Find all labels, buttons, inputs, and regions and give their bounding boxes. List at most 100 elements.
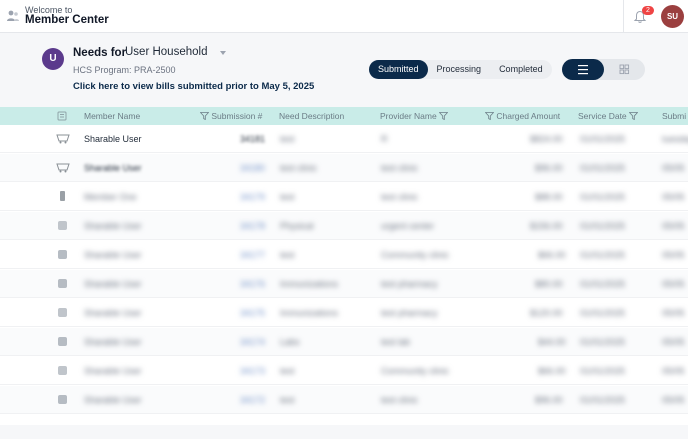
- cell-need: test: [280, 192, 295, 202]
- table-row[interactable]: Sharable User 34177 test Community clini…: [0, 241, 688, 269]
- cell-submission[interactable]: 34175: [240, 308, 265, 318]
- cell-member: Sharable User: [84, 250, 142, 260]
- member-type-icon: [58, 279, 67, 288]
- list-view-button[interactable]: [562, 59, 604, 80]
- filter-icon[interactable]: [629, 112, 639, 120]
- cell-member: Member One: [84, 192, 137, 202]
- cell-submission[interactable]: 34180: [240, 163, 265, 173]
- program-text: HCS Program: PRA-2500: [73, 65, 176, 75]
- col-charged-amount[interactable]: Charged Amount: [485, 111, 560, 121]
- cell-date: 01/01/2025: [580, 366, 626, 376]
- cell-submission[interactable]: 34172: [240, 395, 265, 405]
- cell-need: Immunizations: [280, 308, 339, 318]
- cell-provider: test clinic: [381, 163, 419, 173]
- cell-submitted: 05/05: [662, 366, 685, 376]
- tab-submitted[interactable]: Submitted: [369, 60, 428, 79]
- cell-member: Sharable User: [84, 279, 142, 289]
- col-need-description[interactable]: Need Description: [279, 111, 344, 121]
- cell-provider: Community clinic: [381, 250, 450, 260]
- needs-header: U Needs for User Household HCS Program: …: [0, 33, 688, 107]
- member-type-icon: [60, 191, 65, 201]
- household-avatar: U: [42, 48, 64, 70]
- cell-provider: test clinic: [381, 192, 419, 202]
- filter-icon[interactable]: [485, 112, 494, 120]
- cell-amount: $80.00: [535, 279, 563, 289]
- cell-member: Sharable User: [84, 134, 142, 144]
- cell-date: 01/01/2025: [580, 221, 626, 231]
- cell-member: Sharable User: [84, 337, 142, 347]
- cell-member: Sharable User: [84, 395, 142, 405]
- cell-submitted: 05/05: [662, 163, 685, 173]
- cell-need: test: [280, 366, 295, 376]
- table-row[interactable]: Sharable User 34174 Labs test lab $44.00…: [0, 328, 688, 356]
- cell-need: Physical: [280, 221, 314, 231]
- cell-provider: Community clinic: [381, 366, 450, 376]
- cell-submitted: 05/05: [662, 221, 685, 231]
- cell-need: test: [280, 250, 295, 260]
- cell-submission[interactable]: 34174: [240, 337, 265, 347]
- cell-amount: $96.00: [535, 395, 563, 405]
- household-select[interactable]: User Household: [125, 46, 230, 62]
- cell-amount: $88.00: [535, 192, 563, 202]
- cell-provider: urgent center: [381, 221, 435, 231]
- tab-completed[interactable]: Completed: [490, 60, 552, 79]
- member-type-icon: [58, 337, 67, 346]
- cell-date: 01/01/2025: [580, 250, 626, 260]
- tab-processing[interactable]: Processing: [428, 60, 491, 79]
- table-row[interactable]: Sharable User 34181 test R $824.00 01/01…: [0, 125, 688, 153]
- member-type-icon: [58, 221, 67, 230]
- member-type-icon: [58, 395, 67, 404]
- col-provider-name[interactable]: Provider Name: [380, 111, 449, 121]
- cell-submitted: 05/05: [662, 337, 685, 347]
- grid-view-button[interactable]: [603, 59, 645, 80]
- household-select-value: User Household: [125, 46, 208, 58]
- cell-date: 01/01/2025: [580, 308, 626, 318]
- cell-submission[interactable]: 34173: [240, 366, 265, 376]
- cell-amount: $44.00: [538, 337, 566, 347]
- cell-submission[interactable]: 34177: [240, 250, 265, 260]
- table-row[interactable]: Sharable User 34178 Physical urgent cent…: [0, 212, 688, 240]
- cell-submission[interactable]: 34178: [240, 221, 265, 231]
- cell-date: 01/01/2025: [580, 163, 626, 173]
- cell-need: test clinic: [280, 163, 318, 173]
- cell-need: test: [280, 134, 295, 144]
- prior-bills-link[interactable]: Click here to view bills submitted prior…: [73, 81, 314, 92]
- member-type-icon: [58, 366, 67, 375]
- cell-member: Sharable User: [84, 308, 142, 318]
- filter-icon[interactable]: [200, 112, 209, 120]
- cell-submitted: 05/05: [662, 192, 685, 202]
- member-type-icon: [56, 134, 70, 144]
- cell-date: 01/01/2025: [580, 192, 626, 202]
- user-avatar[interactable]: SU: [661, 5, 684, 28]
- col-submitted[interactable]: Submi: [662, 111, 686, 121]
- cell-amount: $66.00: [538, 366, 566, 376]
- cell-submitted: tuesday: [662, 134, 688, 144]
- member-type-icon: [57, 111, 67, 121]
- col-member-name[interactable]: Member Name: [84, 111, 140, 121]
- cell-submission[interactable]: 34179: [240, 192, 265, 202]
- table-row[interactable]: Sharable User 34173 test Community clini…: [0, 357, 688, 385]
- col-submission[interactable]: Submission #: [200, 111, 262, 121]
- needs-for-label: Needs for: [73, 47, 127, 59]
- table-row[interactable]: Sharable User 34180 test clinic test cli…: [0, 154, 688, 182]
- filter-icon[interactable]: [439, 112, 449, 120]
- table-row[interactable]: Sharable User 34176 Immunizations test p…: [0, 270, 688, 298]
- top-app-bar: Welcome to Member Center 2 SU: [0, 0, 688, 33]
- cell-amount: $824.00: [530, 134, 563, 144]
- table-footer: [0, 425, 688, 439]
- cell-submitted: 05/05: [662, 308, 685, 318]
- cell-submission[interactable]: 34181: [240, 134, 265, 144]
- cell-submission[interactable]: 34176: [240, 279, 265, 289]
- status-tabs: Submitted Processing Completed: [369, 60, 552, 79]
- topbar-divider: [623, 0, 624, 33]
- col-service-date-label: Service Date: [578, 111, 627, 121]
- table-row[interactable]: Sharable User 34172 test test clinic $96…: [0, 386, 688, 414]
- cell-member: Sharable User: [84, 366, 142, 376]
- notification-badge: 2: [642, 6, 654, 15]
- col-provider-name-label: Provider Name: [380, 111, 437, 121]
- cell-need: Labs: [280, 337, 300, 347]
- cell-member: Sharable User: [84, 163, 142, 173]
- table-row[interactable]: Sharable User 34175 Immunizations test p…: [0, 299, 688, 327]
- col-service-date[interactable]: Service Date: [578, 111, 639, 121]
- table-row[interactable]: Member One 34179 test test clinic $88.00…: [0, 183, 688, 211]
